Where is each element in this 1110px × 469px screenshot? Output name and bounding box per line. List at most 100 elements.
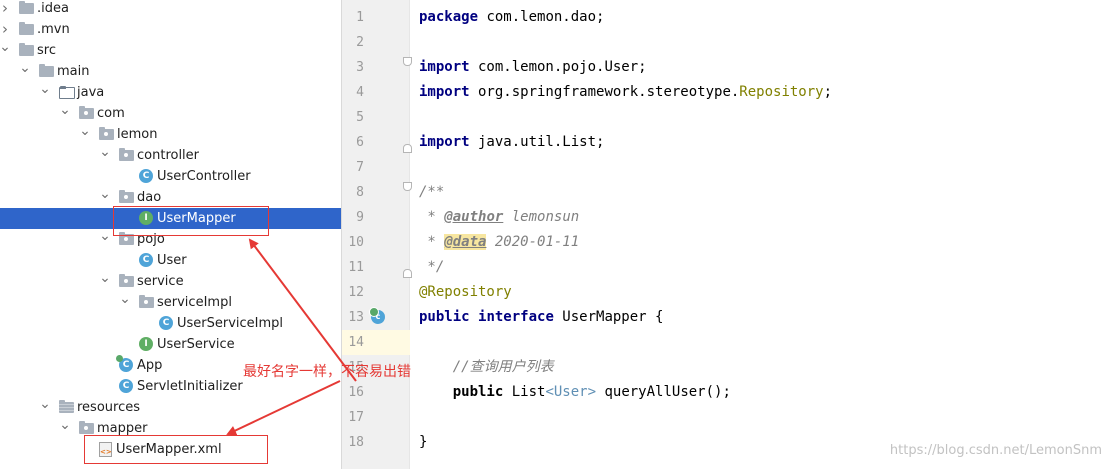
chevron-down-icon[interactable]: ⌄ bbox=[78, 124, 92, 145]
code-token: com.lemon.dao; bbox=[478, 9, 605, 25]
tree-item-label: serviceImpl bbox=[157, 295, 232, 310]
implemented-interface-icon[interactable]: c bbox=[369, 307, 385, 324]
line-number: 11 bbox=[348, 260, 364, 275]
code-line: * @data 2020-01-11 bbox=[419, 230, 579, 255]
package-dot bbox=[84, 426, 88, 430]
code-token: org.springframework.stereotype. bbox=[469, 84, 740, 100]
code-line: import org.springframework.stereotype.Re… bbox=[419, 80, 832, 105]
code-token: public bbox=[419, 309, 470, 325]
code-token: java.util.List; bbox=[469, 134, 605, 150]
code-line: package com.lemon.dao; bbox=[419, 5, 604, 30]
code-token: */ bbox=[419, 259, 445, 275]
package-icon bbox=[79, 106, 94, 119]
chevron-down-icon[interactable]: ⌄ bbox=[98, 229, 112, 250]
tree-item-label: UserServiceImpl bbox=[177, 316, 284, 331]
tree-item-serviceimpl[interactable]: ⌄ serviceImpl bbox=[0, 292, 341, 313]
tree-item-main[interactable]: ⌄ main bbox=[0, 61, 341, 82]
code-token: * bbox=[419, 209, 445, 225]
chevron-down-icon[interactable]: ⌄ bbox=[38, 397, 52, 418]
code-token: * bbox=[419, 234, 445, 250]
tree-item-usercontroller[interactable]: C UserController bbox=[0, 166, 341, 187]
code-token: public bbox=[419, 384, 504, 400]
tree-item--mvn[interactable]: › .mvn bbox=[0, 19, 341, 40]
code-token: import bbox=[419, 84, 470, 100]
tree-item-lemon[interactable]: ⌄ lemon bbox=[0, 124, 341, 145]
package-dot bbox=[124, 279, 128, 283]
chevron-down-icon[interactable]: ⌄ bbox=[38, 82, 52, 103]
code-line: import java.util.List; bbox=[419, 130, 604, 155]
tree-item-label: resources bbox=[77, 400, 141, 415]
folder-icon bbox=[19, 22, 34, 35]
package-icon bbox=[119, 148, 134, 161]
code-token: } bbox=[419, 434, 428, 450]
chevron-down-icon[interactable]: ⌄ bbox=[98, 145, 112, 166]
chevron-down-icon[interactable]: ⌄ bbox=[0, 40, 12, 61]
tree-item-dao[interactable]: ⌄ dao bbox=[0, 187, 341, 208]
line-number: 14 bbox=[348, 335, 364, 350]
tree-item-label: main bbox=[57, 64, 90, 79]
package-icon bbox=[79, 421, 94, 434]
tree-item-controller[interactable]: ⌄ controller bbox=[0, 145, 341, 166]
tree-item-label: lemon bbox=[117, 127, 158, 142]
chevron-down-icon[interactable]: ⌄ bbox=[98, 271, 112, 292]
package-dot bbox=[84, 111, 88, 115]
chevron-down-icon[interactable]: ⌄ bbox=[18, 61, 32, 82]
code-line: public List<User> queryAllUser(); bbox=[419, 380, 731, 405]
code-token: package bbox=[419, 9, 479, 25]
folder-icon bbox=[59, 400, 74, 413]
code-line: } bbox=[419, 430, 427, 455]
code-token: @data bbox=[444, 234, 487, 250]
tree-item-label: dao bbox=[137, 190, 162, 205]
fold-close-icon[interactable] bbox=[403, 144, 412, 153]
line-number: 7 bbox=[356, 160, 364, 175]
chevron-right-icon[interactable]: › bbox=[0, 19, 12, 40]
code-token: lemonsun bbox=[503, 209, 580, 225]
tree-item-label: com bbox=[97, 106, 125, 121]
watermark: https://blog.csdn.net/LemonSnm bbox=[889, 443, 1102, 458]
line-number: 5 bbox=[356, 110, 364, 125]
package-icon bbox=[99, 127, 114, 140]
package-icon bbox=[139, 295, 154, 308]
line-number: 9 bbox=[356, 210, 364, 225]
package-icon bbox=[119, 190, 134, 203]
chevron-right-icon[interactable]: › bbox=[0, 0, 12, 19]
class-c-icon: C bbox=[119, 379, 133, 393]
chevron-down-icon[interactable]: ⌄ bbox=[98, 187, 112, 208]
chevron-down-icon[interactable]: ⌄ bbox=[118, 292, 132, 313]
code-token: com.lemon.pojo.User; bbox=[469, 59, 647, 75]
fold-close-icon[interactable] bbox=[403, 269, 412, 278]
code-token: <User> bbox=[545, 384, 597, 400]
tree-item-label: src bbox=[37, 43, 56, 58]
tree-item-label: service bbox=[137, 274, 184, 289]
tree-item-label: User bbox=[157, 253, 187, 268]
tree-item--idea[interactable]: › .idea bbox=[0, 0, 341, 19]
tree-item-userservice[interactable]: I UserService bbox=[0, 334, 341, 355]
chevron-down-icon[interactable]: ⌄ bbox=[58, 418, 72, 439]
tree-item-label: controller bbox=[137, 148, 200, 163]
tree-item-user[interactable]: C User bbox=[0, 250, 341, 271]
tree-item-com[interactable]: ⌄ com bbox=[0, 103, 341, 124]
highlight-box-usermapper bbox=[113, 206, 269, 236]
code-line: public interface UserMapper { bbox=[419, 305, 663, 330]
tree-item-java[interactable]: ⌄ java bbox=[0, 82, 341, 103]
tree-item-service[interactable]: ⌄ service bbox=[0, 271, 341, 292]
package-dot bbox=[144, 300, 148, 304]
package-dot bbox=[124, 195, 128, 199]
tree-item-resources[interactable]: ⌄ resources bbox=[0, 397, 341, 418]
class-c-icon: C bbox=[159, 316, 173, 330]
tree-item-src[interactable]: ⌄ src bbox=[0, 40, 341, 61]
chevron-down-icon[interactable]: ⌄ bbox=[58, 103, 72, 124]
package-dot bbox=[124, 153, 128, 157]
line-number: 18 bbox=[348, 435, 364, 450]
code-line: /** bbox=[419, 180, 444, 205]
code-token: List bbox=[503, 384, 546, 400]
tree-item-userserviceimpl[interactable]: C UserServiceImpl bbox=[0, 313, 341, 334]
code-token: queryAllUser(); bbox=[596, 384, 731, 400]
folder-icon bbox=[39, 64, 54, 77]
code-line: //查询用户列表 bbox=[419, 355, 554, 380]
fold-open-icon[interactable] bbox=[403, 182, 412, 191]
code-line: import com.lemon.pojo.User; bbox=[419, 55, 647, 80]
code-line: */ bbox=[419, 255, 444, 280]
fold-open-icon[interactable] bbox=[403, 57, 412, 66]
